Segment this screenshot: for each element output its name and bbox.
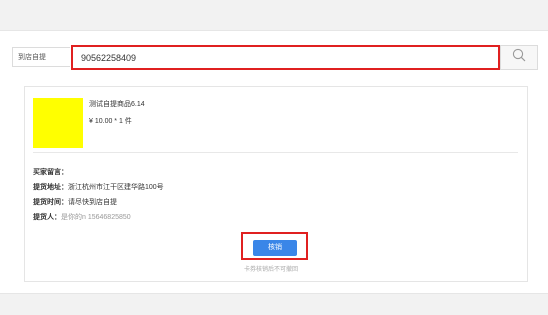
pickup-person-row: 提货人：是你的n 15646825850	[33, 212, 131, 222]
pickup-address-value: 浙江杭州市江干区建华路100号	[68, 184, 164, 191]
search-button[interactable]	[500, 45, 538, 70]
pickup-time-row: 提货时间：请尽快到店自提	[33, 197, 117, 207]
divider	[33, 152, 518, 153]
verify-button[interactable]: 核销	[253, 240, 297, 256]
search-input[interactable]	[71, 45, 500, 70]
search-icon	[512, 48, 526, 67]
verify-hint: 卡券核销后不可撤回	[244, 267, 299, 273]
pickup-person-value: 是你的n 15646825850	[61, 214, 131, 221]
buyer-message-label: 买家留言：	[33, 169, 68, 176]
pickup-time-value: 请尽快到店自提	[68, 199, 117, 206]
product-thumbnail	[33, 98, 83, 148]
product-name: 测试自提商品6.14	[89, 101, 145, 108]
pickup-address-row: 提货地址：浙江杭州市江干区建华路100号	[33, 182, 164, 192]
pickup-time-label: 提货时间：	[33, 199, 68, 206]
top-band	[0, 0, 548, 30]
product-price-quantity: ¥ 10.00 * 1 件	[89, 118, 132, 125]
buyer-message-row: 买家留言：	[33, 167, 68, 177]
pickup-address-label: 提货地址：	[33, 184, 68, 191]
search-type-label: 到店自提	[12, 47, 70, 67]
pickup-person-label: 提货人：	[33, 214, 61, 221]
